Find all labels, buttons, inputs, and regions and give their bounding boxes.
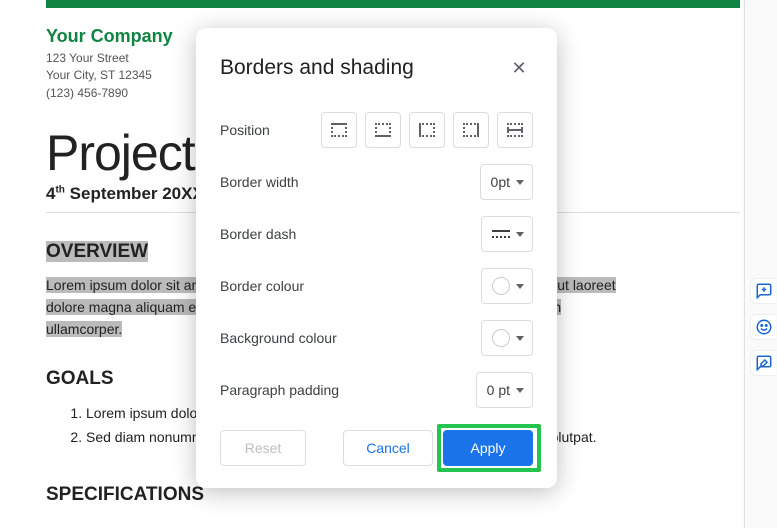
background-colour-dropdown[interactable] [481,320,533,356]
chevron-down-icon [516,180,524,185]
apply-button[interactable]: Apply [443,430,533,466]
border-top-button[interactable] [321,112,357,148]
paragraph-padding-dropdown[interactable]: 0 pt [476,372,533,408]
close-icon[interactable]: ✕ [505,54,533,82]
borders-shading-dialog: Borders and shading ✕ Position Border wi… [196,28,557,488]
border-dash-dropdown[interactable] [481,216,533,252]
border-dash-label: Border dash [220,226,296,242]
chevron-down-icon [516,388,524,393]
chevron-down-icon [516,284,524,289]
cancel-button[interactable]: Cancel [343,430,433,466]
position-label: Position [220,122,270,138]
border-width-dropdown[interactable]: 0pt [480,164,533,200]
border-between-button[interactable] [497,112,533,148]
paragraph-padding-value: 0 pt [487,382,510,398]
colour-swatch-icon [492,329,510,347]
chevron-down-icon [516,336,524,341]
border-colour-label: Border colour [220,278,304,294]
reset-button[interactable]: Reset [220,430,306,466]
paragraph-padding-label: Paragraph padding [220,382,339,398]
border-width-value: 0pt [491,174,510,190]
border-width-label: Border width [220,174,299,190]
background-colour-label: Background colour [220,330,337,346]
border-colour-dropdown[interactable] [481,268,533,304]
colour-swatch-icon [492,277,510,295]
chevron-down-icon [516,232,524,237]
border-right-button[interactable] [453,112,489,148]
dialog-title: Borders and shading [220,56,414,80]
border-bottom-button[interactable] [365,112,401,148]
position-buttons [321,112,533,148]
dash-icon [492,228,510,240]
border-left-button[interactable] [409,112,445,148]
